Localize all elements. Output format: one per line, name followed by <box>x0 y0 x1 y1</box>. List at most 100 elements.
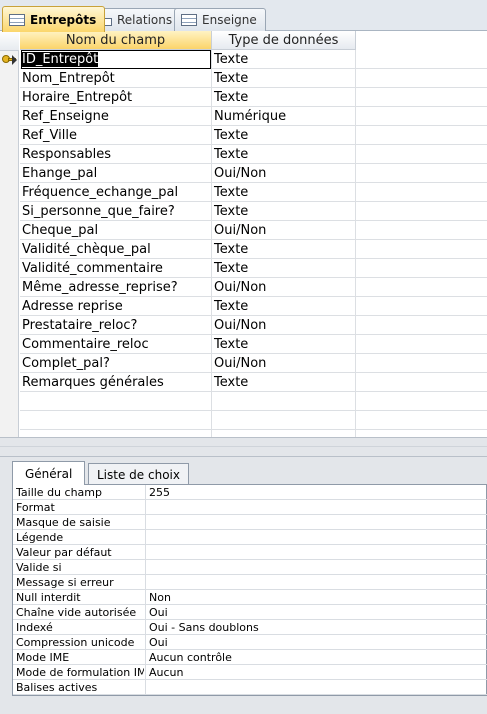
field-name-cell[interactable]: Responsables <box>22 146 210 163</box>
empty-field-row[interactable] <box>20 411 487 430</box>
table-icon <box>181 14 197 26</box>
property-label: Masque de saisie <box>16 516 111 529</box>
property-row[interactable]: Mode IME Aucun contrôle <box>13 650 487 665</box>
field-row[interactable]: Si_personne_que_faire? Texte <box>20 202 487 221</box>
data-type-cell[interactable]: Texte <box>214 203 354 220</box>
property-row[interactable]: Format <box>13 500 487 515</box>
field-row[interactable]: Cheque_pal Oui/Non <box>20 221 487 240</box>
property-label: Valide si <box>16 561 62 574</box>
property-label: Compression unicode <box>16 636 135 649</box>
field-name-cell[interactable]: Ehange_pal <box>22 165 210 182</box>
property-value[interactable]: Oui <box>149 635 479 650</box>
field-name-cell[interactable]: Adresse reprise <box>22 298 210 315</box>
property-value[interactable] <box>149 575 479 590</box>
field-row[interactable]: Nom_Entrepôt Texte <box>20 69 487 88</box>
field-name-cell[interactable]: Même_adresse_reprise? <box>22 279 210 296</box>
field-row[interactable]: Ref_Ville Texte <box>20 126 487 145</box>
data-type-cell[interactable]: Texte <box>214 70 354 87</box>
data-type-cell[interactable]: Texte <box>214 184 354 201</box>
property-row[interactable]: Masque de saisie <box>13 515 487 530</box>
property-row[interactable]: Valide si <box>13 560 487 575</box>
field-row[interactable]: Complet_pal? Oui/Non <box>20 354 487 373</box>
tab-general[interactable]: Général <box>12 461 86 485</box>
data-type-cell[interactable]: Texte <box>214 374 354 391</box>
data-type-cell[interactable]: Oui/Non <box>214 317 354 334</box>
field-name-cell[interactable]: Horaire_Entrepôt <box>22 89 210 106</box>
property-row[interactable]: Légende <box>13 530 487 545</box>
table-icon <box>9 13 25 26</box>
field-row[interactable]: Validité_chèque_pal Texte <box>20 240 487 259</box>
field-row[interactable]: Adresse reprise Texte <box>20 297 487 316</box>
field-name-cell[interactable]: Ref_Enseigne <box>22 108 210 125</box>
field-row[interactable]: ID_Entrepôt Texte <box>20 50 487 69</box>
field-name-cell[interactable]: Remarques générales <box>22 374 210 391</box>
property-row[interactable]: Valeur par défaut <box>13 545 487 560</box>
property-row[interactable]: Chaîne vide autorisée Oui <box>13 605 487 620</box>
property-value[interactable]: Aucun contrôle <box>149 650 479 665</box>
data-type-cell[interactable]: Oui/Non <box>214 279 354 296</box>
field-row[interactable]: Ref_Enseigne Numérique <box>20 107 487 126</box>
field-row[interactable]: Commentaire_reloc Texte <box>20 335 487 354</box>
property-value[interactable] <box>149 515 479 530</box>
tab-entrepots[interactable]: Entrepôts <box>2 6 106 32</box>
data-type-cell[interactable]: Texte <box>214 241 354 258</box>
data-type-cell[interactable]: Oui/Non <box>214 355 354 372</box>
column-header-data-type[interactable]: Type de données <box>212 31 356 50</box>
field-name-cell[interactable]: Nom_Entrepôt <box>22 70 210 87</box>
field-name-cell[interactable]: Validité_commentaire <box>22 260 210 277</box>
field-name-cell[interactable]: Si_personne_que_faire? <box>22 203 210 220</box>
property-label: Mode de formulation IME <box>16 666 144 679</box>
field-row[interactable]: Fréquence_echange_pal Texte <box>20 183 487 202</box>
field-name-cell[interactable]: Prestataire_reloc? <box>22 317 210 334</box>
field-row[interactable]: Remarques générales Texte <box>20 373 487 392</box>
property-value[interactable]: 255 <box>149 485 479 500</box>
data-type-cell[interactable]: Texte <box>214 298 354 315</box>
row-selector-column[interactable] <box>0 31 19 437</box>
data-type-cell[interactable]: Oui/Non <box>214 165 354 182</box>
property-label: Légende <box>16 531 64 544</box>
data-type-cell[interactable]: Oui/Non <box>214 222 354 239</box>
field-name-cell[interactable]: ID_Entrepôt <box>21 50 211 69</box>
field-name-cell[interactable]: Fréquence_echange_pal <box>22 184 210 201</box>
property-row[interactable]: Null interdit Non <box>13 590 487 605</box>
tab-enseigne[interactable]: Enseigne <box>174 8 266 31</box>
empty-field-row[interactable] <box>20 392 487 411</box>
property-value[interactable]: Aucun <box>149 665 479 680</box>
pane-splitter[interactable] <box>0 437 487 457</box>
data-type-cell[interactable]: Texte <box>214 89 354 106</box>
property-value[interactable] <box>149 500 479 515</box>
primary-key-icon <box>2 54 17 67</box>
property-row[interactable]: Indexé Oui - Sans doublons <box>13 620 487 635</box>
field-row[interactable]: Ehange_pal Oui/Non <box>20 164 487 183</box>
tab-lookup[interactable]: Liste de choix <box>88 463 189 485</box>
data-type-cell[interactable]: Numérique <box>214 108 354 125</box>
field-name-cell[interactable]: Validité_chèque_pal <box>22 241 210 258</box>
property-row[interactable]: Balises actives <box>13 680 487 695</box>
data-type-cell[interactable]: Texte <box>214 336 354 353</box>
property-value[interactable] <box>149 545 479 560</box>
field-name-cell[interactable]: Cheque_pal <box>22 222 210 239</box>
property-value[interactable]: Non <box>149 590 479 605</box>
property-value[interactable] <box>149 530 479 545</box>
data-type-cell[interactable]: Texte <box>214 51 354 68</box>
field-name-cell[interactable]: Ref_Ville <box>22 127 210 144</box>
property-value[interactable]: Oui - Sans doublons <box>149 620 479 635</box>
column-header-field-name[interactable]: Nom du champ <box>20 31 212 50</box>
field-name-cell[interactable]: Commentaire_reloc <box>22 336 210 353</box>
field-name-cell[interactable]: Complet_pal? <box>22 355 210 372</box>
data-type-cell[interactable]: Texte <box>214 146 354 163</box>
property-row[interactable]: Message si erreur <box>13 575 487 590</box>
field-row[interactable]: Responsables Texte <box>20 145 487 164</box>
property-value[interactable] <box>149 560 479 575</box>
field-row[interactable]: Horaire_Entrepôt Texte <box>20 88 487 107</box>
property-value[interactable] <box>149 680 479 695</box>
field-row[interactable]: Prestataire_reloc? Oui/Non <box>20 316 487 335</box>
property-row[interactable]: Taille du champ 255 <box>13 485 487 500</box>
property-value[interactable]: Oui <box>149 605 479 620</box>
field-row[interactable]: Même_adresse_reprise? Oui/Non <box>20 278 487 297</box>
data-type-cell[interactable]: Texte <box>214 260 354 277</box>
property-row[interactable]: Compression unicode Oui <box>13 635 487 650</box>
field-row[interactable]: Validité_commentaire Texte <box>20 259 487 278</box>
data-type-cell[interactable]: Texte <box>214 127 354 144</box>
property-row[interactable]: Mode de formulation IME Aucun <box>13 665 487 680</box>
